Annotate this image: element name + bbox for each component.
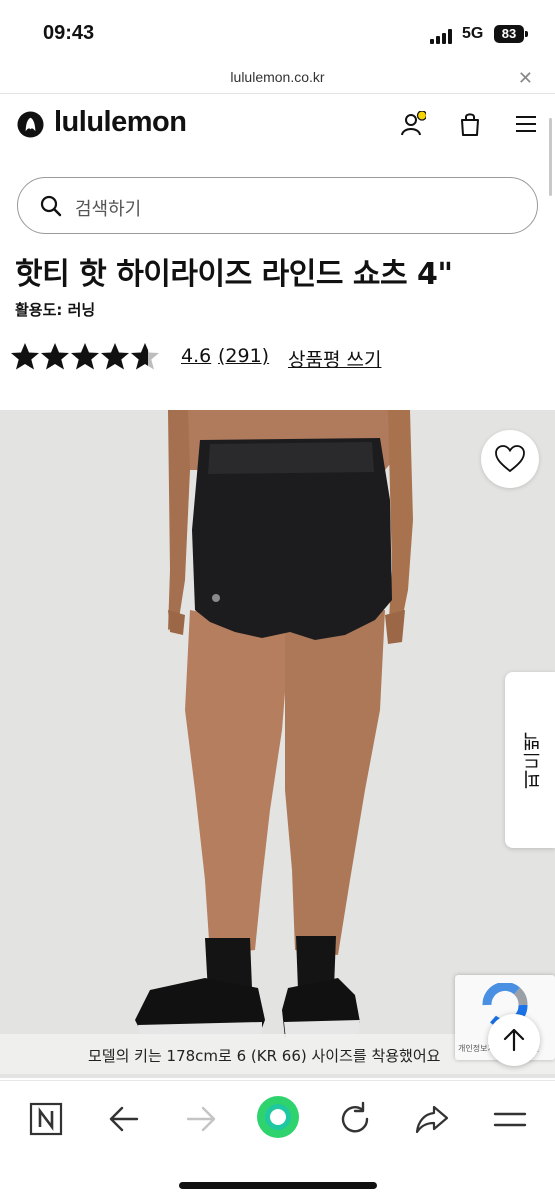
green-home-icon[interactable]	[256, 1095, 300, 1139]
url-bar[interactable]: lululemon.co.kr ✕	[0, 64, 555, 94]
browser-toolbar	[0, 1080, 555, 1200]
menu-icon[interactable]	[513, 111, 539, 137]
search-icon	[40, 195, 62, 217]
signal-icon	[430, 28, 456, 44]
lululemon-logo-icon[interactable]	[17, 111, 44, 138]
naver-n-icon[interactable]	[27, 1099, 67, 1139]
back-arrow-icon[interactable]	[104, 1099, 144, 1139]
wishlist-button[interactable]	[481, 430, 539, 488]
feedback-tab[interactable]: 피드백	[505, 672, 555, 848]
search-placeholder: 검색하기	[75, 199, 142, 220]
arrow-up-icon	[503, 1028, 525, 1052]
heart-icon	[495, 445, 525, 473]
site-header: lululemon	[0, 95, 555, 157]
status-time: 09:43	[43, 22, 95, 44]
shopping-bag-icon[interactable]	[457, 111, 483, 137]
write-review-link[interactable]: 상품평 쓰기	[288, 345, 381, 372]
menu-icon[interactable]	[490, 1099, 530, 1139]
rating-row: 4.6 (291) 상품평 쓰기	[10, 342, 540, 374]
product-activity: 활용도: 러닝	[15, 301, 96, 319]
share-icon[interactable]	[412, 1099, 452, 1139]
close-icon[interactable]: ✕	[518, 68, 533, 89]
logo-text[interactable]: lululemon	[54, 106, 187, 139]
product-title: 핫티 핫 하이라이즈 라인드 쇼츠 4"	[15, 257, 453, 292]
battery-icon: 83	[494, 25, 524, 43]
search-input[interactable]: 검색하기	[17, 177, 538, 234]
scroll-to-top-button[interactable]	[488, 1014, 540, 1066]
refresh-icon[interactable]	[335, 1099, 375, 1139]
home-indicator	[179, 1182, 377, 1189]
rating-stars[interactable]	[10, 342, 160, 372]
url-text[interactable]: lululemon.co.kr	[0, 69, 555, 85]
image-caption: 모델의 키는 178cm로 6 (KR 66) 사이즈를 착용했어요	[88, 1047, 441, 1065]
feedback-tab-label: 피드백	[522, 732, 544, 789]
rating-value[interactable]: 4.6	[181, 345, 211, 367]
status-bar: 09:43 5G 83	[0, 0, 555, 64]
account-icon[interactable]	[400, 111, 426, 137]
network-label: 5G	[462, 25, 484, 42]
forward-arrow-icon[interactable]	[181, 1099, 221, 1139]
scroll-indicator	[549, 118, 552, 196]
battery-tip	[525, 31, 528, 37]
rating-count[interactable]: (291)	[218, 345, 269, 367]
